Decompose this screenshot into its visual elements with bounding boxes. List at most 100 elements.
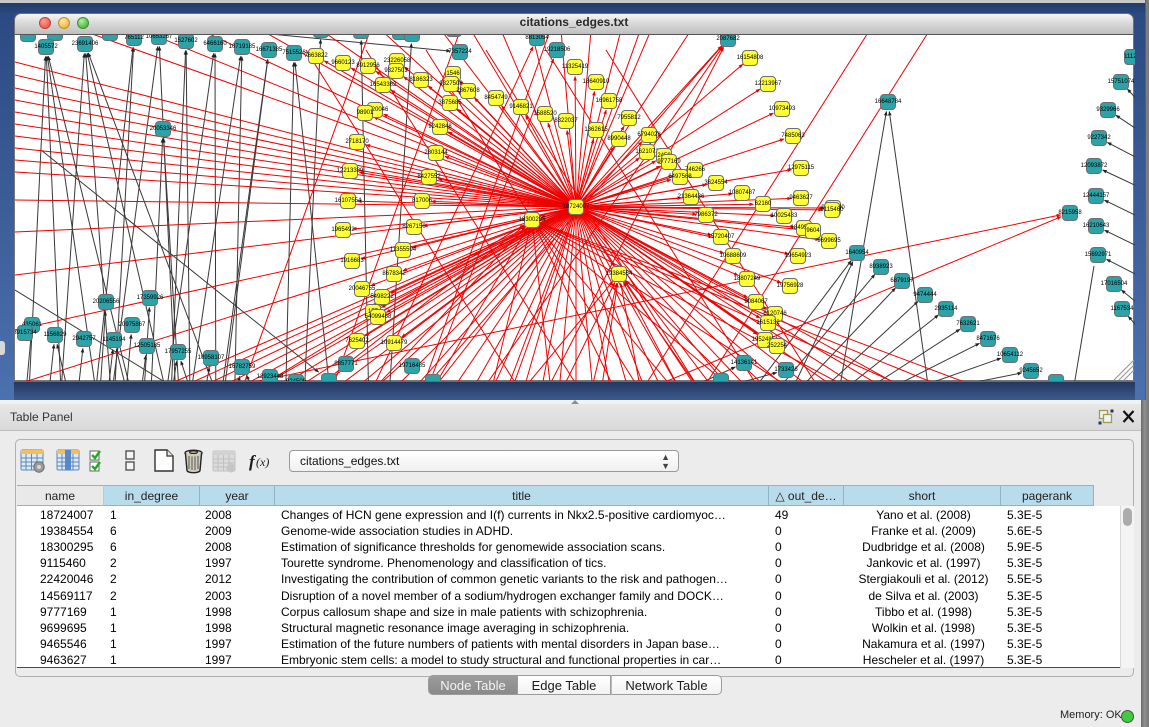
svg-text:10914479: 10914479 [381,340,408,346]
svg-text:16154808: 16154808 [737,55,764,61]
svg-text:10958107: 10958107 [198,355,225,361]
svg-text:16671385: 16671385 [256,47,283,53]
svg-text:16107554: 16107554 [335,198,362,204]
svg-text:98901: 98901 [357,110,374,116]
svg-text:3875685: 3875685 [438,100,462,106]
svg-text:924509: 924509 [286,379,307,381]
svg-text:7357224: 7357224 [448,49,472,55]
svg-text:3915734: 3915734 [15,330,37,336]
svg-text:12213389: 12213389 [337,168,364,174]
svg-text:1405572: 1405572 [34,44,58,50]
svg-text:8813054: 8813054 [525,35,549,41]
svg-text:18300295: 18300295 [519,217,546,223]
svg-text:12444157: 12444157 [1083,193,1110,199]
svg-text:9146821: 9146821 [509,104,533,110]
svg-text:9227342: 9227342 [1087,135,1111,141]
svg-text:18807249: 18807249 [734,276,761,282]
svg-text:15692971: 15692971 [1085,252,1112,258]
svg-text:7632621: 7632621 [956,321,980,327]
svg-text:16648784: 16648784 [875,99,902,105]
svg-text:1588520: 1588520 [533,111,557,117]
svg-text:746266: 746266 [685,167,706,173]
svg-text:8186323: 8186323 [409,77,433,83]
svg-text:7663822: 7663822 [304,53,328,59]
svg-text:2803144: 2803144 [424,150,448,156]
svg-text:765112: 765112 [124,35,144,41]
svg-text:19654923: 19654923 [785,253,812,259]
svg-text:1916683: 1916683 [340,258,364,264]
svg-text:16961758: 16961758 [596,98,623,104]
svg-text:9777169: 9777169 [657,159,681,165]
svg-text:252254: 252254 [767,343,788,349]
svg-text:7986372: 7986372 [694,212,718,218]
svg-text:8678342: 8678342 [382,271,406,277]
svg-text:2718170: 2718170 [345,139,369,145]
svg-text:17359926: 17359926 [137,295,164,301]
svg-text:2942757: 2942757 [72,336,96,342]
svg-text:10654112: 10654112 [997,352,1024,358]
svg-text:8427552: 8427552 [417,174,441,180]
svg-text:2867608: 2867608 [456,88,480,94]
svg-text:9463627: 9463627 [789,195,813,201]
svg-text:8215958: 8215958 [1058,210,1082,216]
svg-text:19716485: 19716485 [399,363,426,369]
svg-text:20975867: 20975867 [119,322,146,328]
svg-text:9245652: 9245652 [1019,368,1043,374]
svg-text:19218506: 19218506 [544,47,571,53]
svg-text:9327508: 9327508 [439,81,463,87]
svg-text:10807487: 10807487 [729,190,756,196]
svg-text:9084067: 9084067 [744,299,768,305]
svg-text:7485063: 7485063 [781,133,805,139]
svg-text:15751074: 15751074 [1108,79,1135,85]
svg-text:18640910: 18640910 [583,79,610,85]
svg-text:16543362: 16543362 [370,82,397,88]
svg-text:23691406: 23691406 [72,41,99,47]
svg-text:11355594: 11355594 [390,247,417,253]
svg-text:12213967: 12213967 [755,81,782,87]
svg-text:1733426: 1733426 [774,367,798,373]
svg-text:8471676: 8471676 [976,336,1000,342]
svg-text:6879197: 6879197 [890,278,914,284]
svg-text:1156829: 1156829 [44,332,68,338]
svg-text:19756928: 19756928 [777,283,804,289]
svg-text:817006: 817006 [412,198,433,204]
svg-text:18724007: 18724007 [563,204,590,210]
svg-text:11325419: 11325419 [562,64,589,70]
svg-text:8322037: 8322037 [554,118,578,124]
svg-text:7515526: 7515526 [282,50,306,56]
svg-text:15720407: 15720407 [708,234,735,240]
svg-text:9474444: 9474444 [913,292,937,298]
svg-text:54099468: 54099468 [365,314,392,320]
svg-text:1527602: 1527602 [174,38,198,44]
svg-text:9242848: 9242848 [428,124,452,130]
svg-text:1615132: 1615132 [756,320,780,326]
svg-text:1621072: 1621072 [635,149,659,155]
svg-text:17957255: 17957255 [165,349,192,355]
svg-text:19384554: 19384554 [606,271,633,277]
svg-text:12975115: 12975115 [788,165,815,171]
svg-text:5498222: 5498222 [370,294,394,300]
svg-text:2087682: 2087682 [716,36,740,42]
svg-text:9604: 9604 [806,228,820,234]
svg-text:9699695: 9699695 [817,238,841,244]
svg-text:8267150: 8267150 [402,224,426,230]
svg-text:7955812: 7955812 [617,115,641,121]
svg-text:9327503: 9327503 [384,68,408,74]
svg-text:17016504: 17016504 [1101,281,1128,287]
svg-text:9115460: 9115460 [821,207,845,213]
svg-text:62160: 62160 [755,201,772,207]
svg-text:10653267: 10653267 [146,35,173,40]
svg-text:9660123: 9660123 [331,60,355,66]
svg-text:9857771: 9857771 [334,361,358,367]
svg-text:3624554: 3624554 [704,180,728,186]
svg-text:1145194: 1145194 [103,337,127,343]
svg-text:7625402: 7625402 [345,338,369,344]
svg-text:1965492: 1965492 [331,227,355,233]
svg-text:20053346: 20053346 [150,126,177,132]
svg-text:(x): (x) [256,455,269,469]
svg-text:10973493: 10973493 [769,106,796,112]
svg-text:12923448: 12923448 [257,374,284,380]
svg-text:8938923: 8938923 [869,264,893,270]
svg-text:11123: 11123 [1124,54,1135,60]
svg-text:6794028: 6794028 [637,132,661,138]
